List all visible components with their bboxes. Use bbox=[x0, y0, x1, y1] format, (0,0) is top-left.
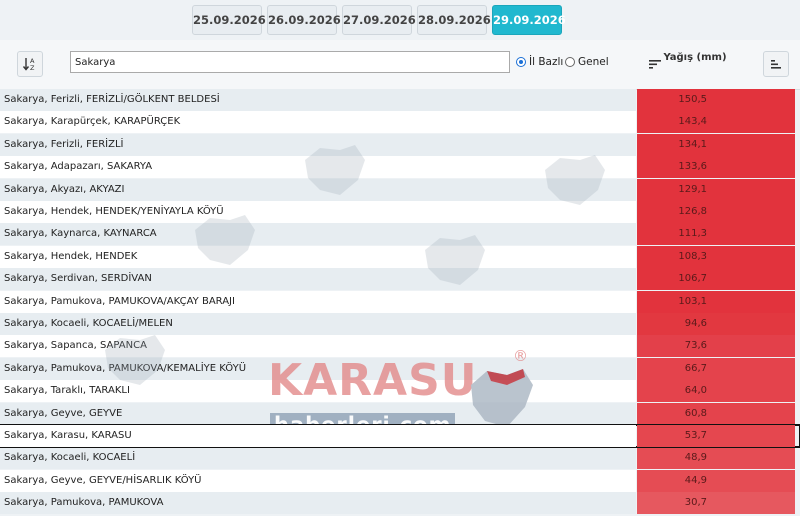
table-row[interactable]: Sakarya, Ferizli, FERİZLİ 134,1 bbox=[0, 133, 800, 156]
rain-value: 48,9 bbox=[637, 447, 795, 470]
table-row[interactable]: Sakarya, Serdivan, SERDİVAN 106,7 bbox=[0, 268, 800, 291]
rain-value: 150,5 bbox=[637, 89, 795, 111]
station-name: Sakarya, Akyazı, AKYAZI bbox=[0, 178, 636, 201]
station-name: Sakarya, Hendek, HENDEK bbox=[0, 245, 636, 268]
date-selector: 25.09.2026 26.09.2026 27.09.2026 28.09.2… bbox=[0, 0, 800, 40]
station-name: Sakarya, Serdivan, SERDİVAN bbox=[0, 268, 636, 291]
svg-text:Z: Z bbox=[30, 64, 35, 72]
station-name: Sakarya, Pamukova, PAMUKOVA bbox=[0, 492, 636, 515]
radio-genel-dot[interactable] bbox=[565, 57, 575, 67]
rain-value: 129,1 bbox=[637, 178, 795, 201]
rain-value: 94,6 bbox=[637, 313, 795, 335]
station-name: Sakarya, Adapazarı, SAKARYA bbox=[0, 156, 636, 179]
table-row[interactable]: Sakarya, Hendek, HENDEK 108,3 bbox=[0, 245, 800, 268]
table-row[interactable]: Sakarya, Pamukova, PAMUKOVA/AKÇAY BARAJI… bbox=[0, 290, 800, 313]
station-name: Sakarya, Kaynarca, KAYNARCA bbox=[0, 223, 636, 246]
table-row[interactable]: Sakarya, Kocaeli, KOCAELİ 48,9 bbox=[0, 447, 800, 470]
sort-asc-icon bbox=[771, 60, 781, 69]
search-input[interactable] bbox=[70, 51, 510, 73]
station-name: Sakarya, Taraklı, TARAKLI bbox=[0, 380, 636, 403]
rain-value: 126,8 bbox=[637, 201, 795, 223]
rain-value: 60,8 bbox=[637, 402, 795, 425]
station-name: Sakarya, Hendek, HENDEK/YENİYAYLA KÖYÜ bbox=[0, 201, 636, 223]
rain-value: 103,1 bbox=[637, 290, 795, 313]
sort-alpha-icon: A Z bbox=[22, 57, 35, 72]
table-row[interactable]: Sakarya, Geyve, GEYVE/HİSARLIK KÖYÜ 44,9 bbox=[0, 469, 800, 492]
radio-il-bazli[interactable]: İl Bazlı bbox=[516, 56, 563, 68]
table-row[interactable]: Sakarya, Kocaeli, KOCAELİ/MELEN 94,6 bbox=[0, 313, 800, 335]
station-name: Sakarya, Pamukova, PAMUKOVA/AKÇAY BARAJI bbox=[0, 290, 636, 313]
station-name: Sakarya, Pamukova, PAMUKOVA/KEMALİYE KÖY… bbox=[0, 357, 636, 380]
date-button-4[interactable]: 28.09.2026 bbox=[417, 5, 491, 35]
radio-genel-label: Genel bbox=[578, 56, 609, 68]
rain-value: 134,1 bbox=[637, 133, 795, 156]
rain-value: 111,3 bbox=[637, 223, 795, 246]
table-row[interactable]: Sakarya, Akyazı, AKYAZI 129,1 bbox=[0, 178, 800, 201]
rain-column-header: Yağış (mm) bbox=[663, 52, 727, 63]
rain-value: 66,7 bbox=[637, 357, 795, 380]
rain-value: 44,9 bbox=[637, 469, 795, 492]
station-name: Sakarya, Karapürçek, KARAPÜRÇEK bbox=[0, 111, 636, 134]
table-row[interactable]: Sakarya, Kaynarca, KAYNARCA 111,3 bbox=[0, 223, 800, 246]
rain-value: 108,3 bbox=[637, 245, 795, 268]
station-name: Sakarya, Geyve, GEYVE bbox=[0, 402, 636, 425]
sort-alpha-button[interactable]: A Z bbox=[17, 51, 43, 77]
table-row[interactable]: Sakarya, Karapürçek, KARAPÜRÇEK 143,4 bbox=[0, 111, 800, 134]
radio-il-bazli-label: İl Bazlı bbox=[529, 56, 564, 68]
table-row[interactable]: Sakarya, Taraklı, TARAKLI 64,0 bbox=[0, 380, 800, 403]
date-button-5-active[interactable]: 29.09.2026 bbox=[492, 5, 566, 35]
rain-value: 53,7 bbox=[637, 425, 795, 447]
station-name: Sakarya, Karasu, KARASU bbox=[0, 425, 636, 447]
table-row[interactable]: Sakarya, Pamukova, PAMUKOVA 30,7 bbox=[0, 492, 800, 515]
table-row[interactable]: Sakarya, Pamukova, PAMUKOVA/KEMALİYE KÖY… bbox=[0, 357, 800, 380]
rain-value: 106,7 bbox=[637, 268, 795, 291]
station-name: Sakarya, Ferizli, FERİZLİ/GÖLKENT BELDES… bbox=[0, 89, 636, 111]
station-name: Sakarya, Kocaeli, KOCAELİ/MELEN bbox=[0, 313, 636, 335]
rain-value: 143,4 bbox=[637, 111, 795, 134]
date-button-3[interactable]: 27.09.2026 bbox=[342, 5, 416, 35]
date-button-2[interactable]: 26.09.2026 bbox=[267, 5, 341, 35]
table-row[interactable]: Sakarya, Hendek, HENDEK/YENİYAYLA KÖYÜ 12… bbox=[0, 201, 800, 223]
table-row[interactable]: Sakarya, Sapanca, SAPANCA 73,6 bbox=[0, 335, 800, 358]
table-row[interactable]: Sakarya, Geyve, GEYVE 60,8 bbox=[0, 402, 800, 425]
sort-asc-button[interactable] bbox=[763, 51, 789, 77]
radio-il-bazli-dot[interactable] bbox=[516, 57, 526, 67]
radio-genel[interactable]: Genel bbox=[565, 56, 609, 68]
table-row[interactable]: Sakarya, Ferizli, FERİZLİ/GÖLKENT BELDES… bbox=[0, 89, 800, 111]
rain-value: 30,7 bbox=[637, 492, 795, 515]
rain-value: 133,6 bbox=[637, 156, 795, 179]
station-name: Sakarya, Geyve, GEYVE/HİSARLIK KÖYÜ bbox=[0, 469, 636, 492]
table-row[interactable]: Sakarya, Adapazarı, SAKARYA 133,6 bbox=[0, 156, 800, 179]
date-button-1[interactable]: 25.09.2026 bbox=[192, 5, 266, 35]
station-name: Sakarya, Kocaeli, KOCAELİ bbox=[0, 447, 636, 470]
table-row-selected[interactable]: Sakarya, Karasu, KARASU 53,7 bbox=[0, 424, 800, 448]
station-name: Sakarya, Sapanca, SAPANCA bbox=[0, 335, 636, 358]
rain-value: 64,0 bbox=[637, 380, 795, 403]
rain-value: 73,6 bbox=[637, 335, 795, 358]
station-name: Sakarya, Ferizli, FERİZLİ bbox=[0, 133, 636, 156]
